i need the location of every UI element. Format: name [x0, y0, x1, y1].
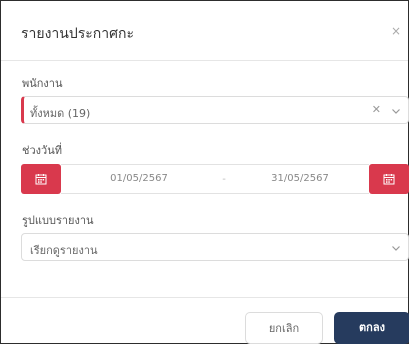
date-range-picker: 01/05/2567 - 31/05/2567	[21, 164, 409, 194]
date-separator: -	[217, 164, 231, 194]
dialog-footer: ยกเลิก ตกลง	[1, 297, 409, 345]
date-range-label: ช่วงวันที่	[22, 144, 62, 157]
start-calendar-button[interactable]	[21, 164, 61, 194]
calendar-icon	[383, 174, 395, 185]
report-dialog: รายงานประกาศกะ × พนักงาน ทั้งหมด (19) ✕ …	[0, 0, 409, 344]
ok-button[interactable]: ตกลง	[334, 312, 409, 344]
employee-label: พนักงาน	[22, 77, 63, 90]
close-icon[interactable]: ×	[390, 25, 402, 37]
report-format-value: เรียกดูรายงาน	[30, 244, 98, 257]
cancel-button[interactable]: ยกเลิก	[245, 312, 323, 344]
dialog-header: รายงานประกาศกะ ×	[1, 1, 408, 61]
report-format-select[interactable]: เรียกดูรายงาน	[21, 233, 409, 261]
clear-icon[interactable]: ✕	[372, 104, 381, 116]
report-format-label: รูปแบบรายงาน	[22, 214, 94, 227]
chevron-down-icon[interactable]	[391, 106, 401, 116]
end-date-input[interactable]: 31/05/2567	[231, 164, 369, 194]
employee-select[interactable]: ทั้งหมด (19) ✕	[21, 96, 409, 124]
end-calendar-button[interactable]	[369, 164, 409, 194]
employee-select-value: ทั้งหมด (19)	[30, 107, 91, 120]
dialog-title: รายงานประกาศกะ	[21, 26, 134, 42]
calendar-icon	[35, 174, 47, 185]
start-date-input[interactable]: 01/05/2567	[61, 164, 217, 194]
chevron-down-icon[interactable]	[391, 243, 401, 253]
